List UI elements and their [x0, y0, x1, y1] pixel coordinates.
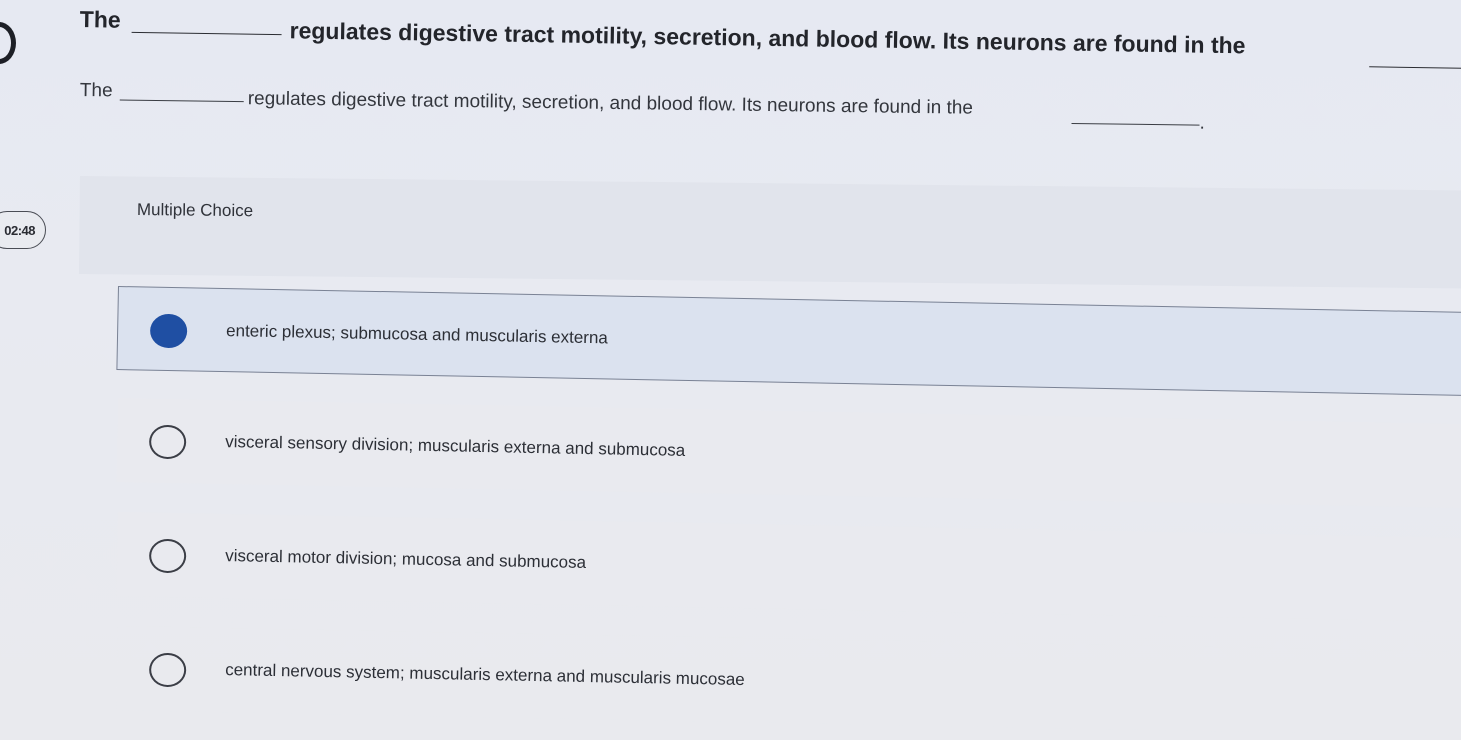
answer-option-4[interactable]: central nervous system; muscularis exter… — [116, 626, 1461, 737]
timer-badge: 02:48 — [0, 211, 46, 249]
question-type-panel — [78, 176, 1461, 289]
blank-line — [1369, 66, 1461, 69]
radio-empty-icon[interactable] — [148, 424, 187, 460]
answer-option-text: enteric plexus; submucosa and muscularis… — [225, 321, 609, 348]
answer-option-text: central nervous system; muscularis exter… — [225, 660, 745, 690]
question-period: . — [1199, 112, 1205, 134]
question-rest: regulates digestive tract motility, secr… — [247, 88, 974, 119]
question-start: The — [79, 80, 113, 102]
blank-line — [131, 31, 282, 36]
answer-option-text: visceral motor division; mucosa and subm… — [225, 546, 587, 572]
question-zoomed-start: The — [79, 6, 121, 33]
back-arc-icon — [0, 22, 16, 64]
question-zoomed-rest: regulates digestive tract motility, secr… — [289, 17, 1246, 59]
radio-empty-icon[interactable] — [148, 538, 187, 574]
blank-line — [119, 99, 244, 103]
radio-empty-icon[interactable] — [148, 652, 187, 688]
blank-line — [1071, 122, 1200, 126]
question-type-label: Multiple Choice — [136, 200, 254, 221]
question-zoomed: The regulates digestive tract motility, … — [79, 6, 1461, 76]
timer-text: 02:48 — [4, 222, 35, 238]
answer-option-1[interactable]: enteric plexus; submucosa and muscularis… — [116, 286, 1461, 397]
answer-option-text: visceral sensory division; muscularis ex… — [225, 432, 686, 460]
radio-selected-icon[interactable] — [149, 313, 188, 349]
answer-option-3[interactable]: visceral motor division; mucosa and subm… — [116, 512, 1461, 623]
answer-option-2[interactable]: visceral sensory division; muscularis ex… — [116, 398, 1461, 509]
question-text: The regulates digestive tract motility, … — [79, 80, 1279, 136]
